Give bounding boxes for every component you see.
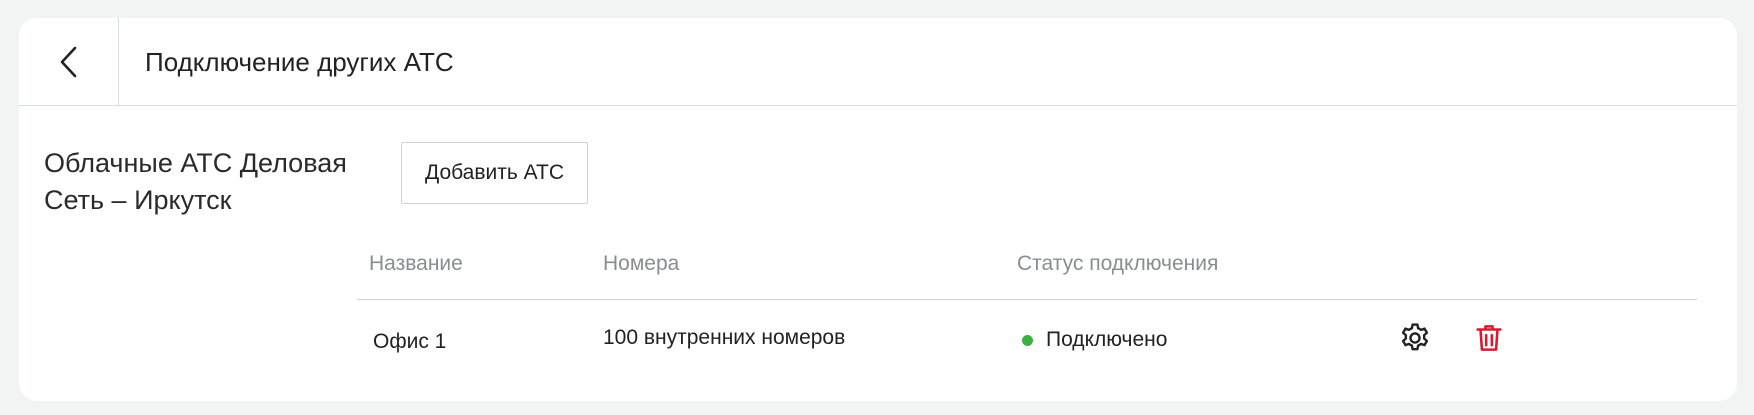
section-title: Облачные АТС Деловая Сеть – Иркутск: [44, 148, 347, 215]
card-header: Подключение других АТС: [19, 18, 1737, 106]
column-header-name: Название: [369, 252, 463, 275]
column-header-status: Статус подключения: [1017, 252, 1219, 275]
pbx-table: Название Номера Статус подключения Офис …: [357, 238, 1697, 376]
back-button[interactable]: [19, 18, 119, 106]
page-title: Подключение других АТС: [145, 47, 454, 77]
settings-button[interactable]: [1395, 318, 1435, 358]
status-label: Подключено: [1046, 328, 1168, 351]
connection-card: Подключение других АТС Облачные АТС Дело…: [19, 18, 1737, 401]
table-header: Название Номера Статус подключения: [357, 238, 1697, 300]
chevron-left-icon: [60, 46, 76, 78]
column-header-numbers: Номера: [603, 252, 680, 275]
add-pbx-button[interactable]: Добавить АТС: [401, 142, 588, 204]
status-dot-icon: [1022, 334, 1033, 346]
row-status: Подключено: [1022, 328, 1167, 352]
delete-button[interactable]: [1469, 318, 1509, 358]
row-name: Офис 1: [373, 330, 447, 353]
table-row: Офис 1 100 внутренних номеров Подключено: [357, 300, 1697, 376]
row-numbers: 100 внутренних номеров: [603, 326, 846, 349]
gear-icon: [1401, 323, 1429, 351]
trash-icon: [1476, 325, 1502, 351]
